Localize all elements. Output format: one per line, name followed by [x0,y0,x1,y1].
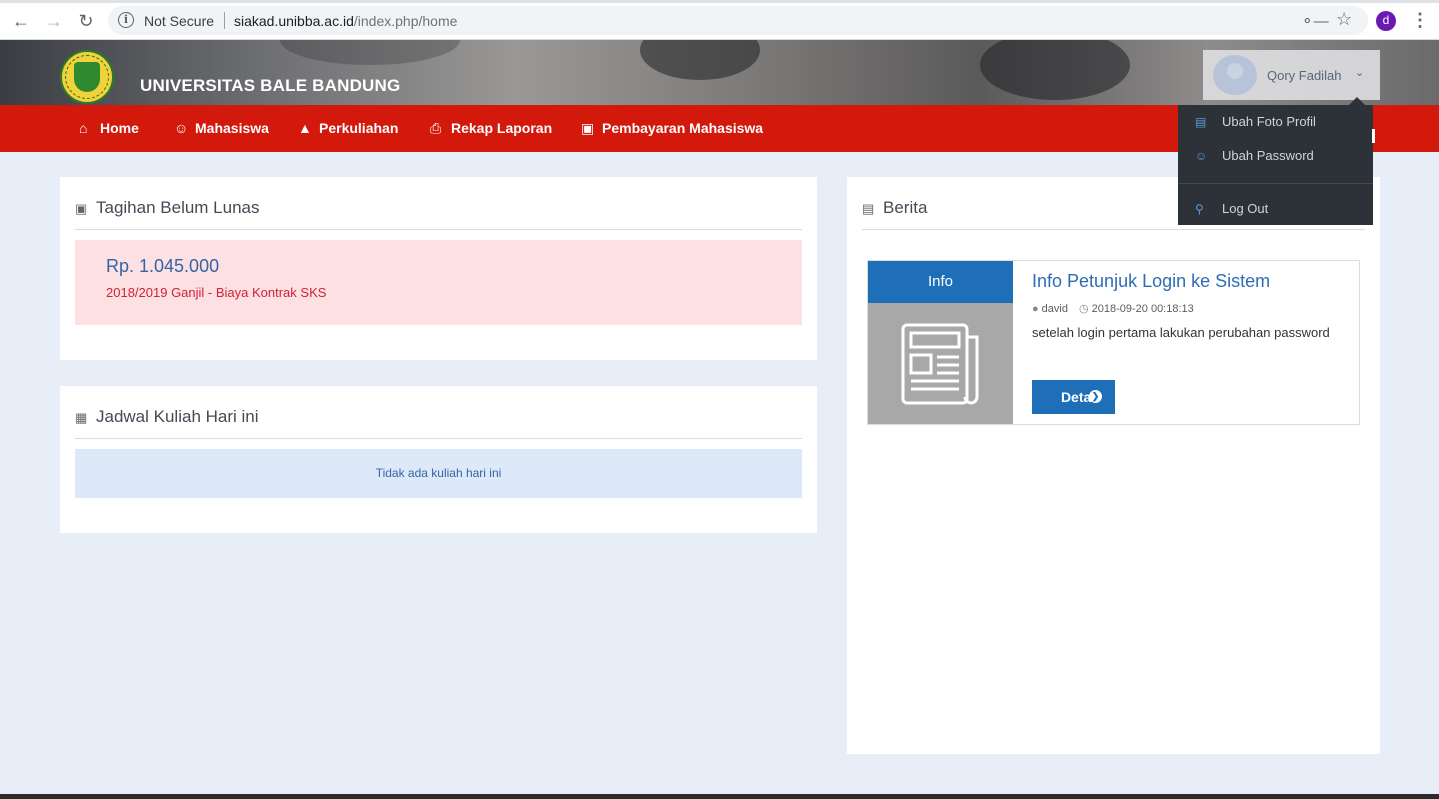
news-tag: Info [868,261,1013,303]
jadwal-title: ▦ Jadwal Kuliah Hari ini [75,407,259,427]
panel-title-text: Berita [883,198,928,217]
menu-divider [1178,183,1373,184]
news-meta: ● david ◷ 2018-09-20 00:18:13 [1032,302,1194,315]
news-datetime: 2018-09-20 00:18:13 [1091,303,1194,315]
nav-label: Rekap Laporan [451,120,553,136]
user-name: Qory Fadilah [1267,68,1342,83]
site-header: UNIVERSITAS BALE BANDUNG Qory Fadilah ⌄ [0,40,1439,105]
info-icon[interactable]: i [118,12,134,28]
address-divider [224,12,225,29]
money-icon: ▣ [75,201,88,216]
news-card: Info Info Petunjuk Login ke Sistem ● davi… [867,260,1360,425]
bill-description: 2018/2019 Ganjil - Biaya Kontrak SKS [106,285,327,300]
reload-icon[interactable]: ↻ [76,11,96,31]
avatar [1213,55,1257,95]
university-name: UNIVERSITAS BALE BANDUNG [140,76,401,95]
user-dropdown-menu: ▤ Ubah Foto Profil ☺ Ubah Password ⚲ Log Ou… [1178,105,1373,225]
tagihan-panel: ▣ Tagihan Belum Lunas Rp. 1.045.000 2018/… [60,177,817,360]
footer-bar [0,794,1439,799]
nav-item-home[interactable]: ⌂ Home [79,120,139,136]
panel-title-text: Tagihan Belum Lunas [96,198,260,217]
url-path: /index.php/home [353,13,458,29]
user-icon: ● [1032,303,1039,315]
address-bar[interactable]: i Not Secure siakad.unibba.ac.id/index.p… [108,6,1368,35]
tab-strip [0,0,1439,3]
news-title[interactable]: Info Petunjuk Login ke Sistem [1032,271,1270,292]
news-body: setelah login pertama lakukan perubahan … [1032,325,1330,340]
nav-item-mahasiswa[interactable]: ☺ Mahasiswa [174,120,269,136]
university-logo[interactable] [60,50,114,104]
url-host: siakad.unibba.ac.id [234,13,354,29]
nav-edge-marker [1372,129,1375,143]
menu-item-label: Ubah Password [1222,148,1314,163]
key-icon[interactable]: ⚬— [1301,12,1329,30]
image-icon: ▤ [1195,115,1207,129]
forward-arrow-icon[interactable]: → [44,11,64,31]
header-photo-shape [280,40,460,65]
divider [862,229,1365,230]
schedule-empty-alert: Tidak ada kuliah hari ini [75,449,802,498]
chevron-right-circle-icon: ❯ [1089,390,1102,403]
user-icon: ☺ [174,120,189,136]
bill-amount: Rp. 1.045.000 [106,256,220,276]
security-label: Not Secure [144,13,215,29]
newspaper-icon: ▤ [862,201,875,216]
newspaper-icon [901,323,979,405]
menu-item-label: Ubah Foto Profil [1222,114,1316,129]
menu-item-ubah-password[interactable]: ☺ Ubah Password [1195,148,1314,163]
header-photo-shape [640,40,760,80]
divider [75,438,802,439]
nav-label: Home [100,120,139,136]
url-text[interactable]: siakad.unibba.ac.id/index.php/home [234,13,457,29]
bookmark-star-icon[interactable]: ☆ [1336,9,1352,30]
dropdown-arrow [1349,97,1365,105]
jadwal-panel: ▦ Jadwal Kuliah Hari ini Tidak ada kuliah… [60,386,817,533]
clock-icon: ◷ [1079,303,1089,315]
unpaid-bill-alert: Rp. 1.045.000 2018/2019 Ganjil - Biaya K… [75,240,802,325]
berita-panel: ▤ Berita Info Info Petunjuk Login ke Sist… [847,177,1380,754]
panel-title-text: Jadwal Kuliah Hari ini [96,407,259,426]
user-menu-toggle[interactable]: Qory Fadilah ⌄ [1203,50,1380,100]
calendar-icon: ▦ [75,410,88,425]
browser-profile-avatar[interactable]: d [1376,11,1396,31]
key-icon: ⚲ [1195,202,1204,216]
tagihan-title: ▣ Tagihan Belum Lunas [75,198,260,218]
graduation-cap-icon: ▲ [298,120,312,136]
menu-item-label: Log Out [1222,201,1269,216]
nav-label: Mahasiswa [195,120,269,136]
divider [75,229,802,230]
menu-item-ubah-foto[interactable]: ▤ Ubah Foto Profil [1195,114,1316,129]
berita-title: ▤ Berita [862,198,927,218]
nav-item-rekap-laporan[interactable]: ⎙ Rekap Laporan [430,120,552,137]
nav-label: Pembayaran Mahasiswa [602,120,764,136]
home-icon: ⌂ [79,120,88,136]
user-icon: ☺ [1195,149,1208,163]
money-icon: ▣ [581,120,595,136]
news-author: david [1041,303,1068,315]
nav-item-perkuliahan[interactable]: ▲ Perkuliahan [298,120,398,136]
detail-button[interactable]: Detail ❯ [1032,380,1115,414]
nav-item-pembayaran[interactable]: ▣ Pembayaran Mahasiswa [581,120,763,137]
printer-icon: ⎙ [430,120,442,136]
nav-label: Perkuliahan [319,120,399,136]
menu-item-logout[interactable]: ⚲ Log Out [1195,201,1268,216]
news-thumbnail: Info [868,261,1013,424]
logo-shield [74,62,100,92]
chevron-down-icon: ⌄ [1355,67,1365,79]
header-photo-shape [980,40,1130,100]
schedule-empty-message: Tidak ada kuliah hari ini [375,466,502,480]
browser-menu-icon[interactable]: ⋮ [1411,10,1429,30]
browser-toolbar: ← → ↻ i Not Secure siakad.unibba.ac.id/i… [0,0,1439,40]
back-arrow-icon[interactable]: ← [11,11,31,31]
